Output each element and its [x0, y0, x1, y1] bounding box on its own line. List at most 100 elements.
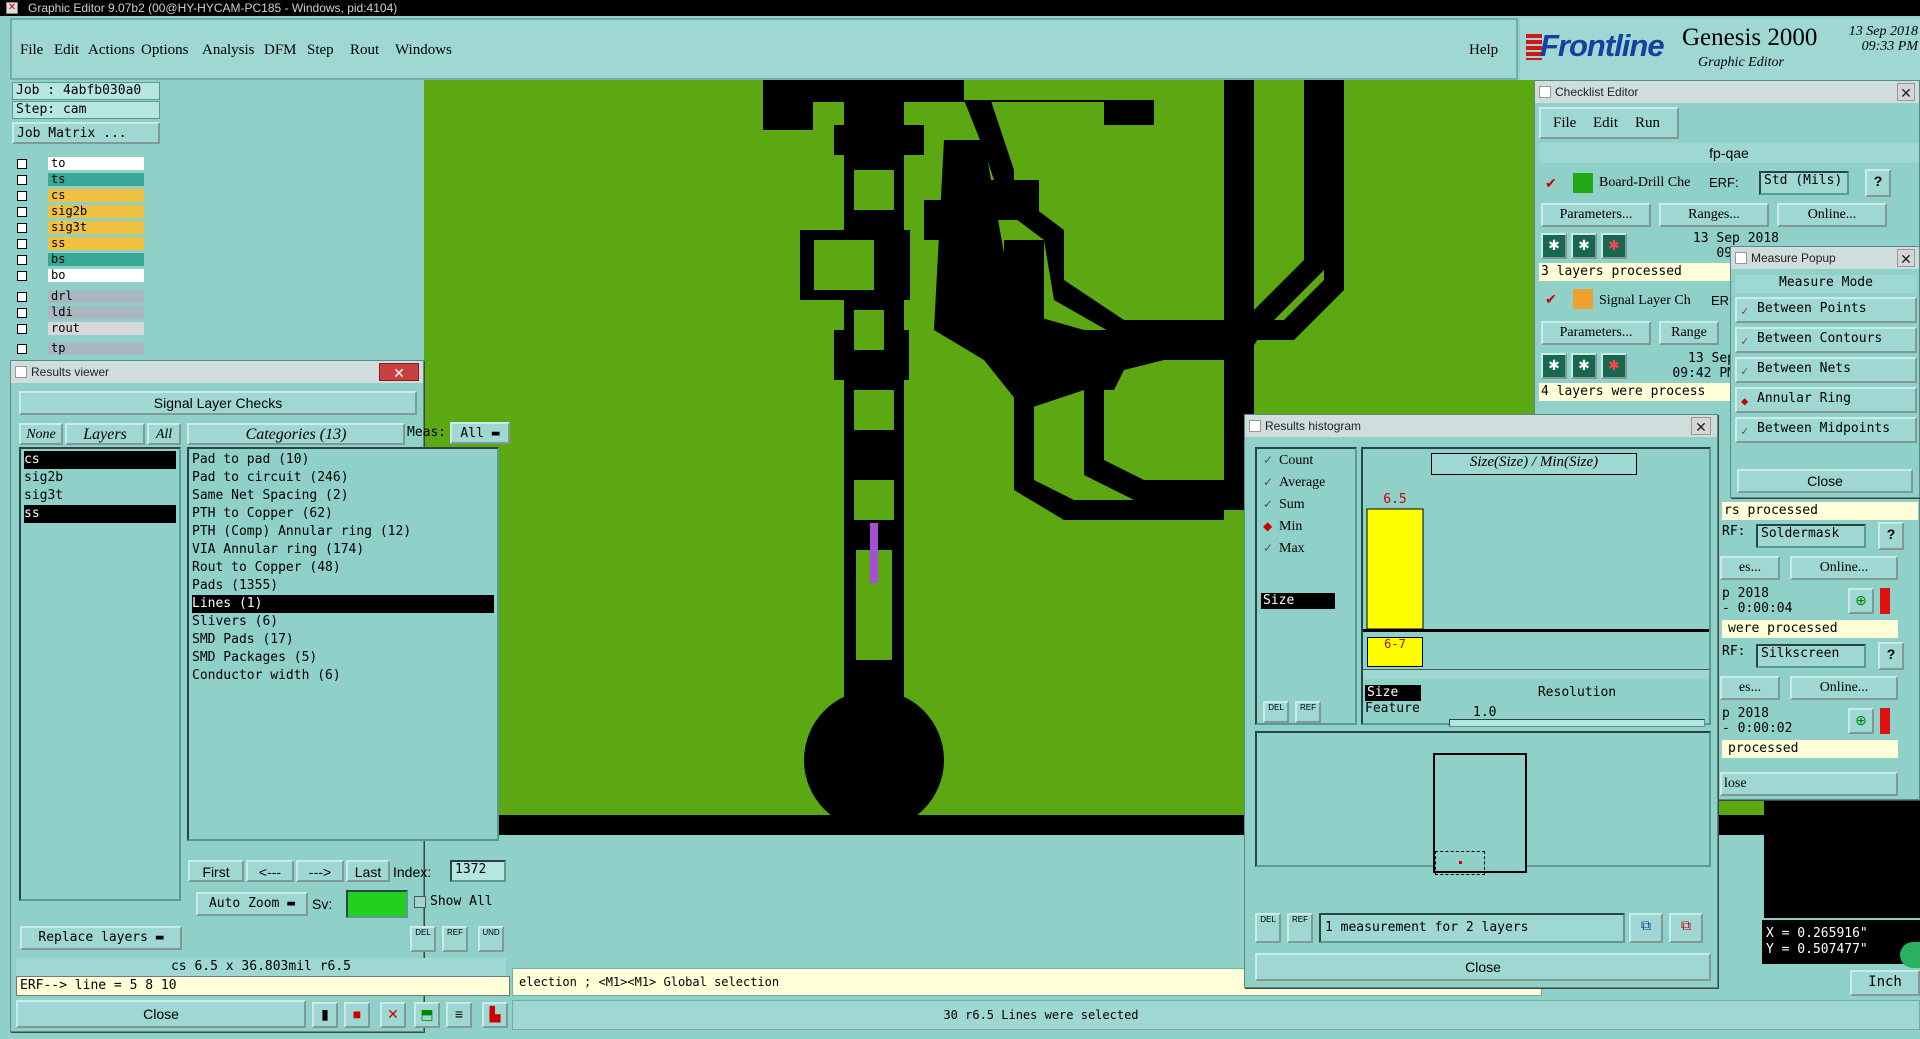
menu-options[interactable]: Options	[141, 42, 189, 59]
unit-select[interactable]: Inch	[1850, 970, 1920, 996]
category-item[interactable]: Pads (1355)	[192, 577, 494, 595]
checklist-menu-run[interactable]: Run	[1635, 115, 1660, 132]
layer-checkbox[interactable]	[17, 324, 27, 334]
ranges2-button[interactable]: Range	[1659, 321, 1719, 345]
last-button[interactable]: Last	[346, 860, 390, 882]
resolution-slider[interactable]	[1449, 719, 1705, 727]
layer-row-ts[interactable]: ts	[14, 173, 144, 186]
layer-name[interactable]: ss	[48, 237, 144, 250]
check-enabled-icon[interactable]: ✔	[1545, 175, 1557, 192]
menu-help[interactable]: Help	[1469, 42, 1498, 59]
categories-list[interactable]: Pad to pad (10) Pad to circuit (246) Same …	[187, 447, 499, 841]
layer-checkbox[interactable]	[17, 207, 27, 217]
layer-row-cs[interactable]: cs	[14, 189, 144, 202]
menu-windows[interactable]: Windows	[395, 42, 452, 59]
prev-button[interactable]: <---	[246, 860, 294, 882]
ranges-button[interactable]: Ranges...	[1659, 203, 1769, 227]
measure-option[interactable]: ✓ Between Nets	[1735, 357, 1917, 383]
run-all-icon[interactable]: ✱	[1571, 233, 1597, 259]
layer-checkbox[interactable]	[17, 271, 27, 281]
histogram-scrollbar[interactable]	[1363, 669, 1709, 679]
category-item[interactable]: PTH (Comp) Annular ring (12)	[192, 523, 494, 541]
layer-checkbox[interactable]	[17, 308, 27, 318]
layer-checkbox[interactable]	[17, 292, 27, 302]
show-all-checkbox[interactable]	[414, 896, 426, 908]
category-item[interactable]: SMD Packages (5)	[192, 649, 494, 667]
measure-option[interactable]: ✓ Between Points	[1735, 297, 1917, 323]
histogram-close-button[interactable]: Close	[1255, 953, 1711, 981]
soldermask-select[interactable]: Soldermask	[1756, 524, 1866, 548]
layer-checkbox[interactable]	[17, 191, 27, 201]
histogram-icon[interactable]: ▙	[482, 1002, 508, 1028]
layer-results-list[interactable]: cs sig2b sig3t ss	[19, 447, 181, 901]
close-icon[interactable]: ✕	[1897, 249, 1915, 267]
none-button[interactable]: None	[19, 423, 63, 445]
layer-name[interactable]: cs	[48, 189, 144, 202]
result-layer-item[interactable]: sig3t	[24, 487, 176, 505]
chart-icon[interactable]: ▮	[312, 1002, 338, 1028]
help4-icon[interactable]: ?	[1878, 642, 1904, 670]
results-close-button[interactable]: Close	[16, 1000, 306, 1028]
category-item[interactable]: PTH to Copper (62)	[192, 505, 494, 523]
ref-icon[interactable]: REF	[1287, 913, 1313, 943]
meas-select[interactable]: All ▬	[450, 422, 510, 444]
measure-close-button[interactable]: Close	[1737, 469, 1913, 493]
list-item-size[interactable]: Size	[1365, 685, 1421, 701]
result-layer-item[interactable]: cs	[24, 451, 176, 469]
layer-row-drl[interactable]: drl	[14, 290, 144, 303]
layer-checkbox[interactable]	[17, 223, 27, 233]
menu-rout[interactable]: Rout	[350, 42, 379, 59]
layer-row-to[interactable]: to	[14, 157, 144, 170]
layer-name[interactable]: ts	[48, 173, 144, 186]
highlighted-line[interactable]	[870, 523, 878, 583]
layer-row-sig3t[interactable]: sig3t	[14, 221, 144, 234]
category-item[interactable]: Lines (1)	[192, 595, 494, 613]
category-item[interactable]: SMD Pads (17)	[192, 631, 494, 649]
run2-all-icon[interactable]: ✱	[1571, 353, 1597, 379]
layer-row-rout[interactable]: rout	[14, 322, 144, 335]
sv-color-select[interactable]	[346, 890, 408, 918]
layer-row-bo[interactable]: bo	[14, 269, 144, 282]
close-icon[interactable]: ✕	[379, 363, 419, 381]
category-item[interactable]: Conductor width (6)	[192, 667, 494, 685]
menu-edit[interactable]: Edit	[54, 42, 79, 59]
silkscreen-select[interactable]: Silkscreen	[1756, 644, 1866, 668]
layer-checkbox[interactable]	[17, 159, 27, 169]
category-item[interactable]: Rout to Copper (48)	[192, 559, 494, 577]
category-item[interactable]: Pad to circuit (246)	[192, 469, 494, 487]
zoom-fit-icon[interactable]: ⧉	[1629, 913, 1663, 943]
monitor-icon[interactable]: ■	[344, 1002, 370, 1028]
layer-row-tp[interactable]: tp	[14, 342, 144, 355]
checklist-menu-edit[interactable]: Edit	[1593, 115, 1618, 132]
layer-checkbox[interactable]	[17, 239, 27, 249]
online4-button[interactable]: Online...	[1790, 676, 1898, 700]
layer-name[interactable]: to	[48, 157, 144, 170]
layer-name[interactable]: bs	[48, 253, 144, 266]
histogram-option[interactable]: ✓ Average	[1263, 475, 1325, 491]
report-icon[interactable]: ≡	[446, 1002, 472, 1028]
first-button[interactable]: First	[188, 860, 244, 882]
histogram-option[interactable]: ✓ Max	[1263, 541, 1305, 557]
export-icon[interactable]: ⬒	[414, 1002, 440, 1028]
category-item[interactable]: Slivers (6)	[192, 613, 494, 631]
menu-actions[interactable]: Actions	[88, 42, 135, 59]
measure-option[interactable]: ✓ Between Midpoints	[1735, 417, 1917, 443]
run-icon[interactable]: ✱	[1541, 233, 1567, 259]
layer-checkbox[interactable]	[17, 175, 27, 185]
help-icon[interactable]: ?	[1865, 169, 1891, 197]
result-layer-item[interactable]: sig2b	[24, 469, 176, 487]
layer-name[interactable]: sig2b	[48, 205, 144, 218]
params-button[interactable]: Parameters...	[1541, 203, 1651, 227]
del-icon[interactable]: DEL	[410, 926, 436, 952]
layer-name[interactable]: sig3t	[48, 221, 144, 234]
menu-file[interactable]: File	[20, 42, 43, 59]
ref-icon[interactable]: REF	[442, 926, 468, 952]
ranges4-button[interactable]: es...	[1720, 676, 1780, 700]
run2-icon[interactable]: ✱	[1541, 353, 1567, 379]
layer-name[interactable]: drl	[48, 290, 144, 303]
layer-checkbox[interactable]	[17, 344, 27, 354]
replace-layers-select[interactable]: Replace layers ▬	[20, 926, 182, 950]
ref-icon[interactable]: REF	[1295, 701, 1321, 723]
check2-name[interactable]: Signal Layer Ch	[1599, 293, 1709, 309]
delete-grid-icon[interactable]: ✕	[380, 1002, 406, 1028]
